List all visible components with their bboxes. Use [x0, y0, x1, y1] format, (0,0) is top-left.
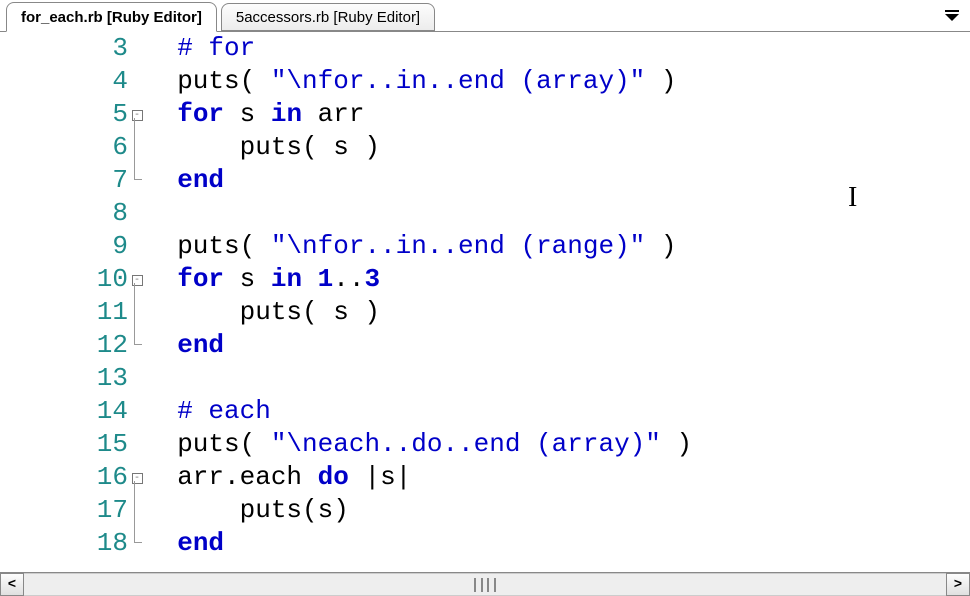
- code-line[interactable]: end: [146, 527, 692, 560]
- line-number: 15: [0, 428, 128, 461]
- fold-gutter: [128, 296, 146, 329]
- line-number: 4: [0, 65, 128, 98]
- fold-gutter: [128, 197, 146, 230]
- horizontal-scrollbar[interactable]: < >: [0, 572, 970, 596]
- fold-gutter: [128, 362, 146, 395]
- chevron-left-icon: <: [8, 577, 16, 593]
- line-number: 11: [0, 296, 128, 329]
- code-line[interactable]: puts( s ): [146, 296, 692, 329]
- scroll-grip-icon: [474, 578, 496, 592]
- code-line[interactable]: arr.each do |s|: [146, 461, 692, 494]
- fold-gutter[interactable]: -: [128, 263, 146, 296]
- fold-gutter: [128, 428, 146, 461]
- code-line[interactable]: [146, 197, 692, 230]
- code-line[interactable]: end: [146, 164, 692, 197]
- tab-bar: for_each.rb [Ruby Editor] 5accessors.rb …: [0, 0, 970, 32]
- line-number: 17: [0, 494, 128, 527]
- code-line[interactable]: [146, 362, 692, 395]
- fold-gutter: [128, 65, 146, 98]
- line-number: 14: [0, 395, 128, 428]
- chevron-right-icon: >: [954, 577, 962, 593]
- text-caret: I: [848, 182, 866, 210]
- line-number: 18: [0, 527, 128, 560]
- line-number: 9: [0, 230, 128, 263]
- line-number: 6: [0, 131, 128, 164]
- tab-overflow-menu-icon[interactable]: [942, 6, 962, 24]
- code-line[interactable]: puts( "\nfor..in..end (array)" ): [146, 65, 692, 98]
- line-number: 8: [0, 197, 128, 230]
- fold-gutter[interactable]: -: [128, 461, 146, 494]
- fold-gutter: [128, 131, 146, 164]
- tab-label: 5accessors.rb [Ruby Editor]: [236, 9, 420, 26]
- code-line[interactable]: puts( "\nfor..in..end (range)" ): [146, 230, 692, 263]
- code-line[interactable]: for s in 1..3: [146, 263, 692, 296]
- code-line[interactable]: puts( "\neach..do..end (array)" ): [146, 428, 692, 461]
- tab-for-each[interactable]: for_each.rb [Ruby Editor]: [6, 2, 217, 32]
- line-number: 13: [0, 362, 128, 395]
- line-number: 10: [0, 263, 128, 296]
- line-number: 5: [0, 98, 128, 131]
- code-line[interactable]: for s in arr: [146, 98, 692, 131]
- line-number: 16: [0, 461, 128, 494]
- fold-gutter[interactable]: -: [128, 98, 146, 131]
- fold-gutter: [128, 527, 146, 560]
- code-line[interactable]: end: [146, 329, 692, 362]
- fold-gutter: [128, 230, 146, 263]
- tab-5accessors[interactable]: 5accessors.rb [Ruby Editor]: [221, 3, 435, 31]
- code-editor[interactable]: 3 # for 4 puts( "\nfor..in..end (array)" …: [0, 32, 970, 570]
- fold-gutter: [128, 494, 146, 527]
- scroll-track[interactable]: [24, 573, 946, 596]
- fold-gutter: [128, 395, 146, 428]
- line-number: 12: [0, 329, 128, 362]
- line-number: 7: [0, 164, 128, 197]
- fold-gutter: [128, 32, 146, 65]
- tab-label: for_each.rb [Ruby Editor]: [21, 9, 202, 26]
- scroll-right-button[interactable]: >: [946, 573, 970, 596]
- fold-gutter: [128, 329, 146, 362]
- code-line[interactable]: puts( s ): [146, 131, 692, 164]
- code-line[interactable]: # for: [146, 32, 692, 65]
- code-line[interactable]: puts(s): [146, 494, 692, 527]
- code-line[interactable]: # each: [146, 395, 692, 428]
- scroll-left-button[interactable]: <: [0, 573, 24, 596]
- fold-gutter: [128, 164, 146, 197]
- line-number: 3: [0, 32, 128, 65]
